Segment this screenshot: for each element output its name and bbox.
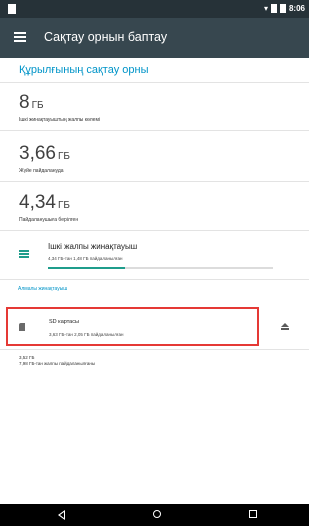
portable-storage-header: Алмалы жинақтауыш <box>18 286 68 292</box>
total-storage-stat: 8 ГБ Ішкі жинақтауыштың жалпы көлемі <box>19 92 100 123</box>
divider <box>0 230 309 231</box>
available-storage-label: Пайдаланушыға берілген <box>19 217 79 223</box>
navigation-bar <box>0 504 309 526</box>
divider <box>0 130 309 131</box>
system-storage-value: 3,66 <box>19 143 56 164</box>
back-icon-inner <box>60 512 64 518</box>
sd-card-notification-icon <box>8 4 16 14</box>
battery-icon <box>279 4 286 13</box>
status-bar: ▾ 8:06 <box>0 0 309 18</box>
system-storage-unit: ГБ <box>57 151 70 162</box>
internal-storage-title: Ішкі жалпы жинақтауыш <box>48 242 138 251</box>
total-usage-summary: 3,52 ГБ 7,98 ГБ-тан жалпы пайдаланылғаны <box>19 355 95 367</box>
available-storage-value: 4,34 <box>19 192 56 213</box>
clock: 8:06 <box>288 4 305 13</box>
internal-storage-subtitle: 4,34 ГБ-тан 1,48 ГБ пайдаланылған <box>48 256 123 261</box>
sd-card-highlight <box>6 307 259 346</box>
signal-icon <box>270 4 277 13</box>
divider <box>0 181 309 182</box>
total-storage-value: 8 <box>19 92 30 113</box>
total-used-label: 7,98 ГБ-тан жалпы пайдаланылғаны <box>19 361 96 366</box>
total-storage-unit: ГБ <box>31 100 44 111</box>
page-title: Сақтау орнын баптау <box>44 30 168 44</box>
recent-apps-icon[interactable] <box>249 510 257 518</box>
divider <box>0 349 309 350</box>
available-storage-unit: ГБ <box>57 200 70 211</box>
app-toolbar: Сақтау орнын баптау <box>0 18 309 58</box>
device-storage-header: Құрылғының сақтау орны <box>19 64 149 76</box>
total-storage-label: Ішкі жинақтауыштың жалпы көлемі <box>19 117 101 123</box>
eject-icon[interactable] <box>281 323 289 331</box>
divider <box>0 279 309 280</box>
home-icon[interactable] <box>153 510 161 518</box>
internal-storage-item[interactable]: Ішкі жалпы жинақтауыш 4,34 ГБ-тан 1,48 Г… <box>0 232 309 272</box>
status-icons: ▾ 8:06 <box>264 4 305 13</box>
internal-storage-progress-fill <box>48 267 125 269</box>
wifi-icon: ▾ <box>263 4 268 13</box>
system-storage-label: Жүйе пайдалануда <box>19 168 64 174</box>
internal-storage-progress <box>48 267 273 269</box>
system-storage-stat: 3,66 ГБ Жүйе пайдалануда <box>19 143 70 174</box>
hamburger-menu-icon[interactable] <box>14 32 26 42</box>
divider <box>0 82 309 83</box>
available-storage-stat: 4,34 ГБ Пайдаланушыға берілген <box>19 192 78 223</box>
storage-list-icon <box>19 250 29 259</box>
